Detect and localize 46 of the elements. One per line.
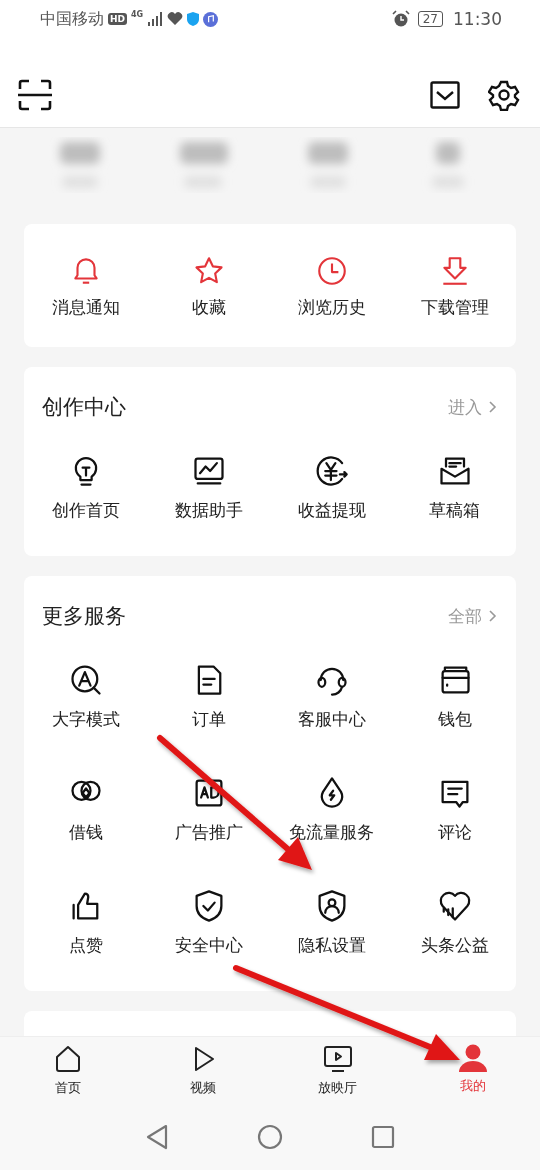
chevron-icon (488, 400, 498, 414)
battery-indicator: 27 (417, 11, 443, 27)
tv-icon (321, 1043, 354, 1075)
service-item[interactable]: 借钱 (24, 775, 147, 844)
music-icon (203, 11, 219, 27)
shortcut-item[interactable]: 下载管理 (393, 254, 516, 319)
service-item[interactable]: 数据助手 (147, 453, 270, 522)
nav-tab[interactable]: 首页 (0, 1037, 135, 1109)
service-item[interactable]: 创作首页 (24, 453, 147, 522)
nav-tab[interactable]: 放映厅 (270, 1037, 405, 1109)
nav-tab[interactable]: 视频 (135, 1037, 270, 1109)
section-title: 创作中心 (42, 394, 126, 421)
heart-icon (167, 12, 184, 26)
home-circle-icon[interactable] (257, 1123, 283, 1150)
service-item[interactable]: 头条公益 (393, 888, 516, 957)
nav-tab[interactable]: 我的 (405, 1037, 540, 1109)
service-item[interactable]: 订单 (147, 662, 270, 731)
service-item[interactable]: 广告推广 (147, 775, 270, 844)
service-item[interactable]: 点赞 (24, 888, 147, 957)
shortcut-item[interactable]: 浏览历史 (270, 254, 393, 319)
service-item[interactable]: 客服中心 (270, 662, 393, 731)
shield-icon (187, 12, 200, 26)
chevron-icon (488, 609, 498, 623)
service-item[interactable]: 钱包 (393, 662, 516, 731)
service-item[interactable]: 草稿箱 (393, 453, 516, 522)
back-icon[interactable] (145, 1123, 169, 1150)
service-item[interactable]: 安全中心 (147, 888, 270, 957)
alarm-icon (391, 10, 410, 28)
scan-button[interactable] (18, 78, 52, 111)
shortcut-item[interactable]: 收藏 (147, 254, 270, 319)
hd-badge: HD (108, 13, 127, 25)
service-item[interactable]: 评论 (393, 775, 516, 844)
person-icon (456, 1043, 489, 1073)
clock-time: 11:30 (453, 9, 502, 29)
settings-button[interactable] (488, 78, 520, 111)
carrier-name: 中国移动 (40, 8, 104, 30)
service-item[interactable]: 大字模式 (24, 662, 147, 731)
shortcut-item[interactable]: 消息通知 (24, 254, 147, 319)
service-item[interactable]: 免流量服务 (270, 775, 393, 844)
service-item[interactable]: 收益提现 (270, 453, 393, 522)
section-title: 更多服务 (42, 603, 126, 630)
signal-icon (147, 12, 164, 26)
network-type: 4G (131, 10, 144, 19)
mail-button[interactable] (430, 80, 460, 109)
service-item[interactable]: 隐私设置 (270, 888, 393, 957)
recents-icon[interactable] (371, 1124, 395, 1149)
